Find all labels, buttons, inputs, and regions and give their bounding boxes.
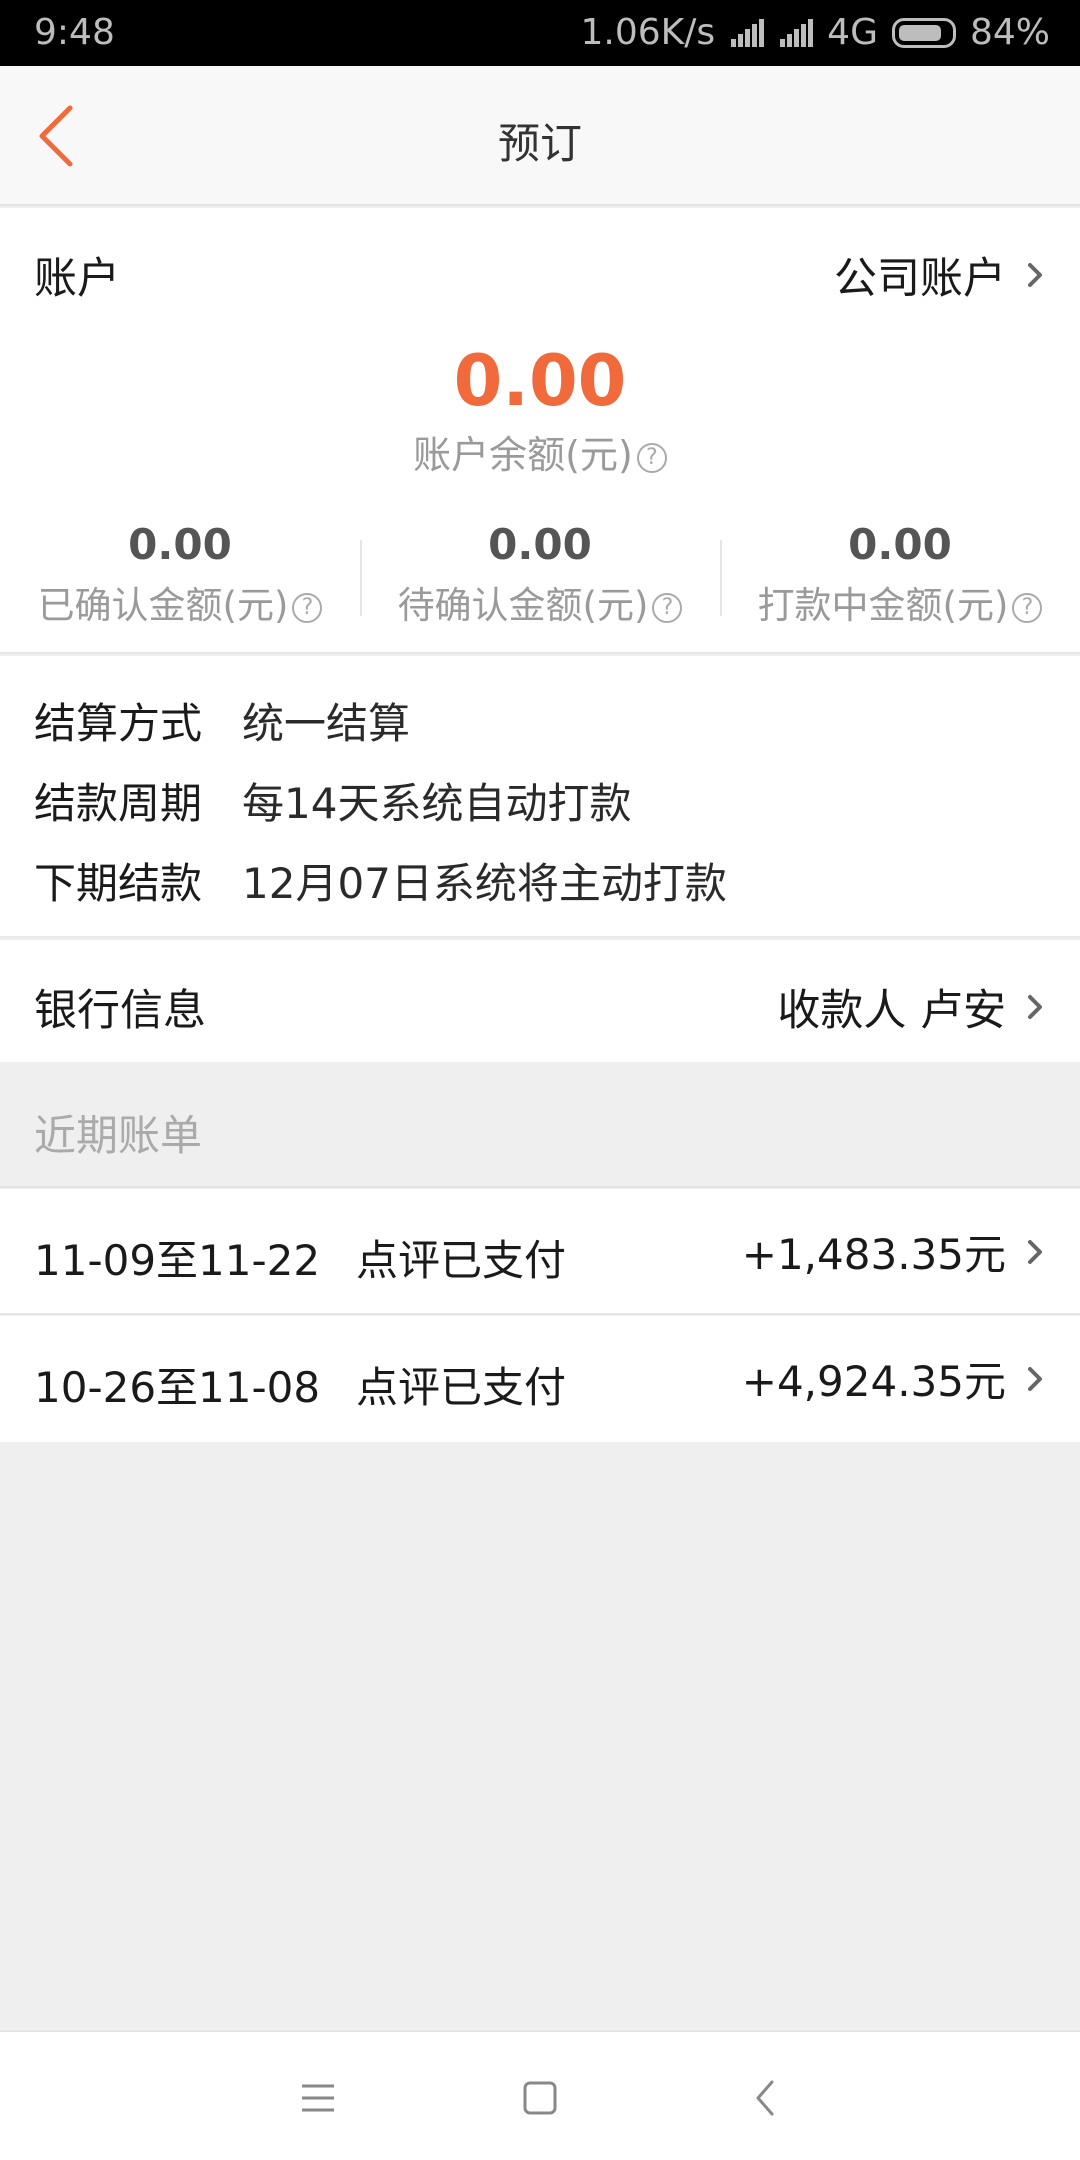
signal-icon xyxy=(729,18,765,47)
stat-confirmed: 0.00 已确认金额(元)? xyxy=(0,520,360,630)
question-circle-icon[interactable]: ? xyxy=(636,443,667,473)
settlement-cycle-label: 结款周期 xyxy=(34,779,203,828)
stat-label: 已确认金额(元) xyxy=(37,584,289,627)
bill-row[interactable]: 10-26至11-08 点评已支付 +4,924.35元 xyxy=(0,1316,1080,1442)
question-circle-icon[interactable]: ? xyxy=(292,593,323,623)
stat-label: 打款中金额(元) xyxy=(757,584,1009,627)
balance-label-row: 账户余额(元)? xyxy=(0,424,1080,479)
menu-icon xyxy=(302,2084,334,2112)
nav-home-button[interactable] xyxy=(510,2068,570,2128)
stat-pending: 0.00 待确认金额(元)? xyxy=(360,520,720,630)
page-title: 预订 xyxy=(497,119,582,168)
account-type-value: 公司账户 xyxy=(834,254,1006,304)
account-balance: 0.00 xyxy=(453,340,627,422)
stat-label-row: 打款中金额(元)? xyxy=(720,575,1080,629)
payee-value: 收款人 卢安 xyxy=(777,986,1006,1036)
bill-amount: +4,924.35元 xyxy=(741,1357,1006,1406)
stat-label: 待确认金额(元) xyxy=(397,584,649,627)
balance-label: 账户余额(元) xyxy=(413,433,633,477)
signal-icon-2 xyxy=(778,18,814,47)
recent-bills-header: 近期账单 xyxy=(0,1062,1080,1188)
battery-percent: 84% xyxy=(969,12,1050,53)
chevron-right-icon xyxy=(1028,263,1042,287)
bank-info-row[interactable]: 银行信息 收款人 卢安 xyxy=(0,940,1080,1062)
settlement-method-value: 统一结算 xyxy=(242,699,411,748)
question-circle-icon[interactable]: ? xyxy=(1012,593,1043,623)
bank-info-label: 银行信息 xyxy=(34,986,206,1036)
stat-paying: 0.00 打款中金额(元)? xyxy=(720,520,1080,630)
account-card: 账户 公司账户 0.00 账户余额(元)? 0.00 已确认金额(元)? 0.0… xyxy=(0,208,1080,654)
recent-bills-title: 近期账单 xyxy=(34,1111,203,1160)
stat-label-row: 待确认金额(元)? xyxy=(360,575,720,629)
back-icon xyxy=(756,2080,774,2116)
battery-icon xyxy=(891,17,956,48)
settlement-method-row: 结算方式 统一结算 xyxy=(34,690,410,751)
account-type-row[interactable]: 公司账户 xyxy=(834,244,1050,306)
status-indicators: 1.06K/s 4G 84% xyxy=(567,12,1050,53)
settlement-method-label: 结算方式 xyxy=(34,699,203,748)
settlement-info: 结算方式 统一结算 结款周期 每14天系统自动打款 下期结款 12月07日系统将… xyxy=(0,656,1080,938)
network-type: 4G xyxy=(827,12,878,53)
account-label: 账户 xyxy=(34,254,120,304)
bill-row[interactable]: 11-09至11-22 点评已支付 +1,483.35元 xyxy=(0,1189,1080,1315)
nav-back-button[interactable] xyxy=(736,2068,796,2128)
bill-period: 11-09至11-22 xyxy=(34,1236,321,1285)
next-settlement-value: 12月07日系统将主动打款 xyxy=(242,859,727,908)
stat-value: 0.00 xyxy=(488,520,592,569)
chevron-right-icon xyxy=(1028,1366,1042,1391)
network-speed: 1.06K/s xyxy=(580,12,716,53)
chevron-right-icon xyxy=(1028,1239,1042,1264)
bill-period: 10-26至11-08 xyxy=(34,1363,321,1412)
amount-stats: 0.00 已确认金额(元)? 0.00 待确认金额(元)? 0.00 打款中金额… xyxy=(0,520,1080,630)
next-settlement-label: 下期结款 xyxy=(34,859,203,908)
bill-amount-group: +1,483.35元 xyxy=(742,1221,1050,1282)
nav-bar: 预订 xyxy=(0,66,1080,206)
chevron-right-icon xyxy=(1028,995,1042,1019)
next-settlement-row: 下期结款 12月07日系统将主动打款 xyxy=(34,850,727,911)
question-circle-icon[interactable]: ? xyxy=(652,593,683,623)
settlement-cycle-row: 结款周期 每14天系统自动打款 xyxy=(34,770,631,831)
stat-value: 0.00 xyxy=(848,520,952,569)
bill-amount: +1,483.35元 xyxy=(741,1230,1006,1279)
status-time: 9:48 xyxy=(34,12,115,53)
payee-info: 收款人 卢安 xyxy=(777,976,1050,1038)
home-square-icon xyxy=(523,2081,557,2115)
stat-value: 0.00 xyxy=(128,520,232,569)
nav-menu-button[interactable] xyxy=(288,2068,348,2128)
system-nav-bar xyxy=(0,2030,1080,2160)
bill-status: 点评已支付 xyxy=(356,1363,567,1412)
bill-status: 点评已支付 xyxy=(356,1236,567,1285)
stat-label-row: 已确认金额(元)? xyxy=(0,575,360,629)
status-bar: 9:48 1.06K/s 4G 84% xyxy=(0,0,1080,66)
bill-amount-group: +4,924.35元 xyxy=(742,1348,1050,1409)
settlement-cycle-value: 每14天系统自动打款 xyxy=(242,779,632,828)
